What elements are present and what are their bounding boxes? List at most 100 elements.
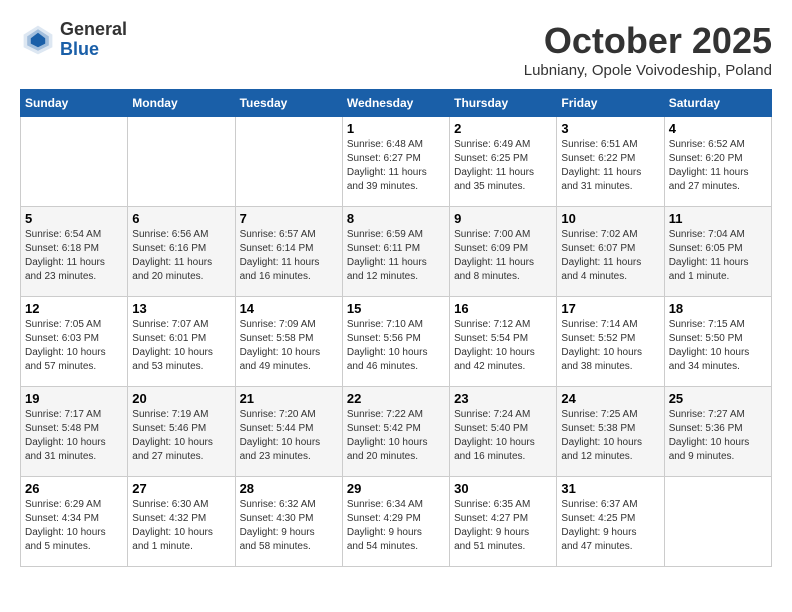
cell-day-number: 30 xyxy=(454,481,552,496)
cell-daylight-info: Sunrise: 6:30 AM Sunset: 4:32 PM Dayligh… xyxy=(132,498,230,554)
cell-daylight-info: Sunrise: 7:19 AM Sunset: 5:46 PM Dayligh… xyxy=(132,408,230,464)
calendar-cell xyxy=(664,477,771,567)
calendar-cell xyxy=(21,117,128,207)
cell-day-number: 25 xyxy=(669,391,767,406)
day-header: Wednesday xyxy=(342,90,449,117)
cell-daylight-info: Sunrise: 7:20 AM Sunset: 5:44 PM Dayligh… xyxy=(240,408,338,464)
calendar-cell: 11Sunrise: 7:04 AM Sunset: 6:05 PM Dayli… xyxy=(664,207,771,297)
location-subtitle: Lubniany, Opole Voivodeship, Poland xyxy=(524,62,772,79)
cell-day-number: 29 xyxy=(347,481,445,496)
cell-daylight-info: Sunrise: 6:56 AM Sunset: 6:16 PM Dayligh… xyxy=(132,228,230,284)
cell-day-number: 3 xyxy=(561,121,659,136)
calendar-cell: 4 Sunrise: 6:52 AM Sunset: 6:20 PM Daylig… xyxy=(664,117,771,207)
cell-day-number: 11 xyxy=(669,211,767,226)
calendar-header-row: SundayMondayTuesdayWednesdayThursdayFrid… xyxy=(21,90,772,117)
cell-day-number: 18 xyxy=(669,301,767,316)
calendar-cell: 21 Sunrise: 7:20 AM Sunset: 5:44 PM Dayli… xyxy=(235,387,342,477)
calendar-week-row: 26 Sunrise: 6:29 AM Sunset: 4:34 PM Dayli… xyxy=(21,477,772,567)
calendar-cell: 20 Sunrise: 7:19 AM Sunset: 5:46 PM Dayli… xyxy=(128,387,235,477)
calendar-week-row: 19Sunrise: 7:17 AM Sunset: 5:48 PM Dayli… xyxy=(21,387,772,477)
cell-day-number: 10 xyxy=(561,211,659,226)
day-header: Tuesday xyxy=(235,90,342,117)
calendar-cell: 12 Sunrise: 7:05 AM Sunset: 6:03 PM Dayli… xyxy=(21,297,128,387)
cell-daylight-info: Sunrise: 6:51 AM Sunset: 6:22 PM Dayligh… xyxy=(561,138,659,194)
day-header: Saturday xyxy=(664,90,771,117)
cell-daylight-info: Sunrise: 7:15 AM Sunset: 5:50 PM Dayligh… xyxy=(669,318,767,374)
calendar-cell: 29Sunrise: 6:34 AM Sunset: 4:29 PM Dayli… xyxy=(342,477,449,567)
calendar-cell: 9Sunrise: 7:00 AM Sunset: 6:09 PM Daylig… xyxy=(450,207,557,297)
cell-daylight-info: Sunrise: 7:00 AM Sunset: 6:09 PM Dayligh… xyxy=(454,228,552,284)
calendar-cell: 5Sunrise: 6:54 AM Sunset: 6:18 PM Daylig… xyxy=(21,207,128,297)
logo-general: General xyxy=(60,20,127,40)
calendar-table: SundayMondayTuesdayWednesdayThursdayFrid… xyxy=(20,89,772,567)
cell-day-number: 2 xyxy=(454,121,552,136)
calendar-week-row: 5Sunrise: 6:54 AM Sunset: 6:18 PM Daylig… xyxy=(21,207,772,297)
cell-daylight-info: Sunrise: 6:57 AM Sunset: 6:14 PM Dayligh… xyxy=(240,228,338,284)
calendar-cell: 7 Sunrise: 6:57 AM Sunset: 6:14 PM Daylig… xyxy=(235,207,342,297)
cell-day-number: 8 xyxy=(347,211,445,226)
cell-day-number: 14 xyxy=(240,301,338,316)
calendar-week-row: 1Sunrise: 6:48 AM Sunset: 6:27 PM Daylig… xyxy=(21,117,772,207)
cell-day-number: 23 xyxy=(454,391,552,406)
cell-daylight-info: Sunrise: 7:27 AM Sunset: 5:36 PM Dayligh… xyxy=(669,408,767,464)
calendar-cell: 27 Sunrise: 6:30 AM Sunset: 4:32 PM Dayli… xyxy=(128,477,235,567)
cell-daylight-info: Sunrise: 7:10 AM Sunset: 5:56 PM Dayligh… xyxy=(347,318,445,374)
cell-day-number: 24 xyxy=(561,391,659,406)
calendar-cell: 8 Sunrise: 6:59 AM Sunset: 6:11 PM Daylig… xyxy=(342,207,449,297)
cell-day-number: 16 xyxy=(454,301,552,316)
calendar-cell: 18 Sunrise: 7:15 AM Sunset: 5:50 PM Dayli… xyxy=(664,297,771,387)
cell-day-number: 7 xyxy=(240,211,338,226)
logo-blue: Blue xyxy=(60,40,127,60)
calendar-cell: 26 Sunrise: 6:29 AM Sunset: 4:34 PM Dayli… xyxy=(21,477,128,567)
calendar-cell: 17Sunrise: 7:14 AM Sunset: 5:52 PM Dayli… xyxy=(557,297,664,387)
logo-text: General Blue xyxy=(60,20,127,60)
cell-daylight-info: Sunrise: 6:37 AM Sunset: 4:25 PM Dayligh… xyxy=(561,498,659,554)
day-header: Monday xyxy=(128,90,235,117)
calendar-cell: 2 Sunrise: 6:49 AM Sunset: 6:25 PM Daylig… xyxy=(450,117,557,207)
cell-daylight-info: Sunrise: 7:14 AM Sunset: 5:52 PM Dayligh… xyxy=(561,318,659,374)
calendar-cell: 19Sunrise: 7:17 AM Sunset: 5:48 PM Dayli… xyxy=(21,387,128,477)
cell-day-number: 20 xyxy=(132,391,230,406)
cell-day-number: 27 xyxy=(132,481,230,496)
calendar-cell: 1Sunrise: 6:48 AM Sunset: 6:27 PM Daylig… xyxy=(342,117,449,207)
cell-daylight-info: Sunrise: 6:48 AM Sunset: 6:27 PM Dayligh… xyxy=(347,138,445,194)
cell-daylight-info: Sunrise: 7:02 AM Sunset: 6:07 PM Dayligh… xyxy=(561,228,659,284)
logo: General Blue xyxy=(20,20,127,60)
calendar-week-row: 12 Sunrise: 7:05 AM Sunset: 6:03 PM Dayli… xyxy=(21,297,772,387)
calendar-cell: 16 Sunrise: 7:12 AM Sunset: 5:54 PM Dayli… xyxy=(450,297,557,387)
cell-daylight-info: Sunrise: 7:25 AM Sunset: 5:38 PM Dayligh… xyxy=(561,408,659,464)
cell-daylight-info: Sunrise: 6:52 AM Sunset: 6:20 PM Dayligh… xyxy=(669,138,767,194)
page-header: General Blue October 2025 Lubniany, Opol… xyxy=(20,20,772,79)
day-header: Sunday xyxy=(21,90,128,117)
cell-daylight-info: Sunrise: 7:24 AM Sunset: 5:40 PM Dayligh… xyxy=(454,408,552,464)
cell-day-number: 26 xyxy=(25,481,123,496)
cell-daylight-info: Sunrise: 6:59 AM Sunset: 6:11 PM Dayligh… xyxy=(347,228,445,284)
cell-day-number: 4 xyxy=(669,121,767,136)
cell-daylight-info: Sunrise: 7:22 AM Sunset: 5:42 PM Dayligh… xyxy=(347,408,445,464)
calendar-cell: 28 Sunrise: 6:32 AM Sunset: 4:30 PM Dayli… xyxy=(235,477,342,567)
cell-daylight-info: Sunrise: 6:32 AM Sunset: 4:30 PM Dayligh… xyxy=(240,498,338,554)
cell-daylight-info: Sunrise: 6:29 AM Sunset: 4:34 PM Dayligh… xyxy=(25,498,123,554)
calendar-cell: 25 Sunrise: 7:27 AM Sunset: 5:36 PM Dayli… xyxy=(664,387,771,477)
calendar-cell xyxy=(128,117,235,207)
cell-daylight-info: Sunrise: 6:35 AM Sunset: 4:27 PM Dayligh… xyxy=(454,498,552,554)
calendar-cell: 13Sunrise: 7:07 AM Sunset: 6:01 PM Dayli… xyxy=(128,297,235,387)
calendar-cell: 6 Sunrise: 6:56 AM Sunset: 6:16 PM Daylig… xyxy=(128,207,235,297)
cell-day-number: 5 xyxy=(25,211,123,226)
day-header: Friday xyxy=(557,90,664,117)
cell-day-number: 12 xyxy=(25,301,123,316)
title-block: October 2025 Lubniany, Opole Voivodeship… xyxy=(524,20,772,79)
cell-daylight-info: Sunrise: 7:05 AM Sunset: 6:03 PM Dayligh… xyxy=(25,318,123,374)
calendar-cell: 30 Sunrise: 6:35 AM Sunset: 4:27 PM Dayli… xyxy=(450,477,557,567)
cell-daylight-info: Sunrise: 6:49 AM Sunset: 6:25 PM Dayligh… xyxy=(454,138,552,194)
calendar-cell: 31Sunrise: 6:37 AM Sunset: 4:25 PM Dayli… xyxy=(557,477,664,567)
month-title: October 2025 xyxy=(524,20,772,62)
cell-day-number: 21 xyxy=(240,391,338,406)
calendar-cell: 3 Sunrise: 6:51 AM Sunset: 6:22 PM Daylig… xyxy=(557,117,664,207)
calendar-cell xyxy=(235,117,342,207)
calendar-cell: 15Sunrise: 7:10 AM Sunset: 5:56 PM Dayli… xyxy=(342,297,449,387)
cell-day-number: 6 xyxy=(132,211,230,226)
cell-daylight-info: Sunrise: 7:12 AM Sunset: 5:54 PM Dayligh… xyxy=(454,318,552,374)
cell-day-number: 28 xyxy=(240,481,338,496)
cell-daylight-info: Sunrise: 7:09 AM Sunset: 5:58 PM Dayligh… xyxy=(240,318,338,374)
